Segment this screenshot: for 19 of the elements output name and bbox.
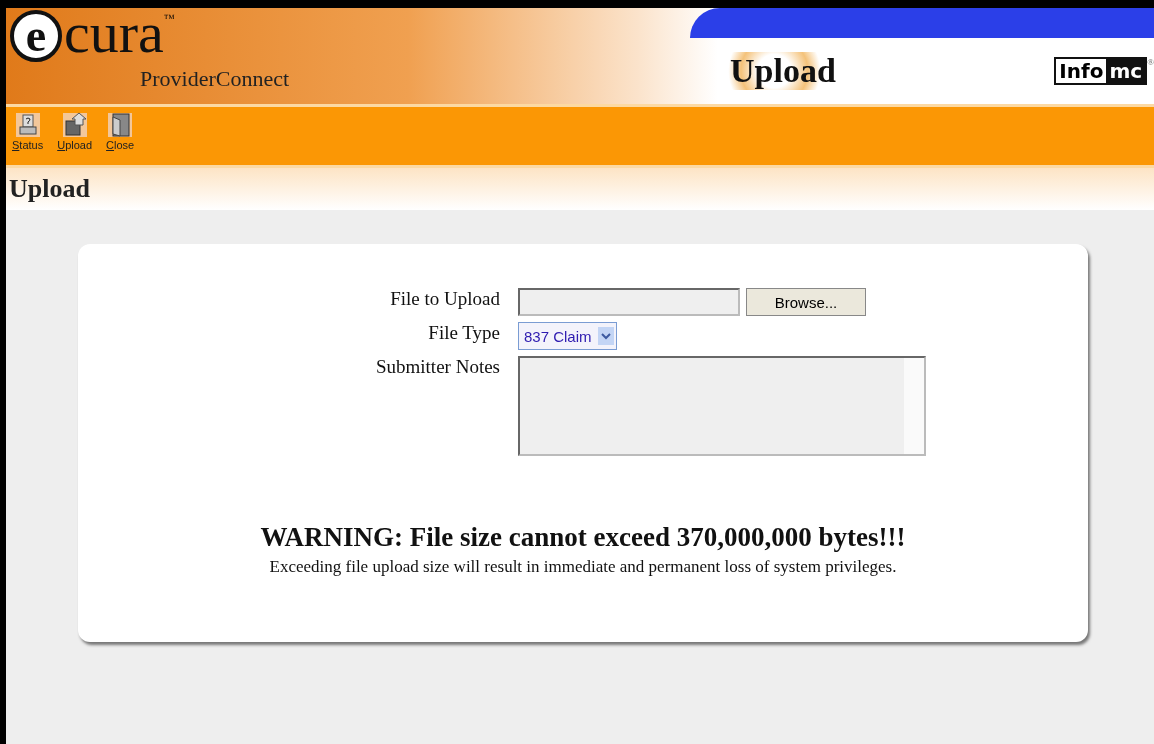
notes-text-area[interactable] [518, 356, 926, 456]
upload-icon [60, 111, 89, 139]
caret-icon [597, 327, 614, 345]
file-type-dropdown[interactable]: 837 Claim [518, 322, 617, 350]
status-icon [13, 111, 42, 139]
field-label: File Type [427, 322, 500, 345]
toolbar-button[interactable]: Close [104, 111, 137, 165]
warning-text: Exceeding file upload size will result in immediate and permanent loss of system privileges. [269, 557, 897, 577]
field-label: File to Upload [389, 288, 500, 311]
file-input-field[interactable] [518, 288, 740, 316]
browse-button[interactable]: Browse... [746, 288, 866, 316]
warning-heading: WARNING: File size cannot exceed 370,000,000 bytes!!! [260, 522, 906, 553]
page-title: Upload [9, 174, 90, 204]
toolbar-button[interactable]: Upload [55, 111, 95, 165]
field-label: Submitter Notes [374, 356, 500, 379]
brand-logo: Info mc ® [1054, 57, 1154, 85]
close-icon [106, 111, 135, 139]
toolbar-button[interactable]: Status [10, 111, 46, 165]
ecura-logo: e cura™ ProviderConnect [6, 8, 350, 104]
